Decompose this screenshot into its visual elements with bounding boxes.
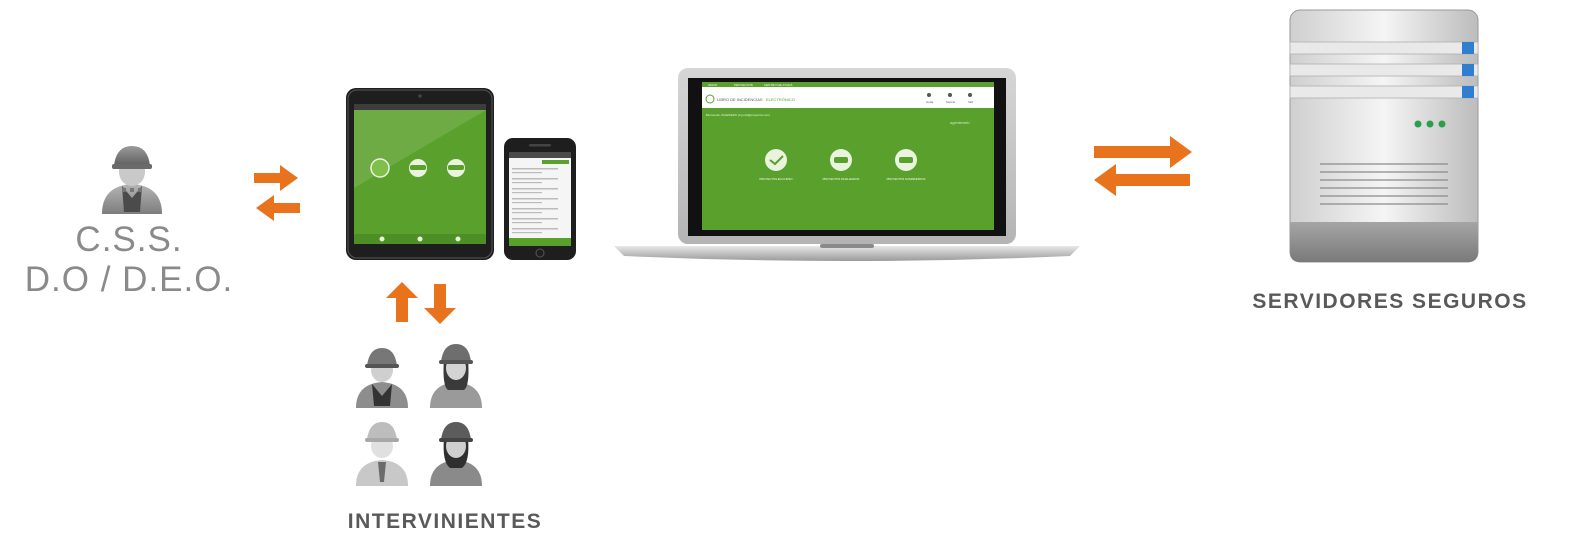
supervisor-label: C.S.S. D.O / D.E.O. — [0, 220, 258, 300]
supervisor-label-line2: D.O / D.E.O. — [24, 260, 234, 299]
participants-label: INTERVINIENTES — [347, 510, 543, 533]
app-title: LIBRO DE INCIDENCIAS — [717, 97, 763, 102]
servers-label: SERVIDORES SEGUROS — [1252, 290, 1528, 313]
app-title-accent: ELECTRÓNICO — [766, 97, 795, 102]
toolbar-soporte: Soporte — [946, 100, 956, 104]
sync-arrows-icon — [1092, 134, 1194, 198]
brand-text: agenteweb — [950, 120, 970, 125]
project-finalizados-label: PROYECTOS FINALIZADOS — [823, 177, 860, 181]
up-down-arrows-icon — [384, 282, 460, 324]
participants-group — [350, 340, 490, 488]
tablet-device — [346, 88, 494, 260]
project-suspendidos-label: PROYECTOS SUSPENDIDOS — [887, 177, 926, 181]
nav-item-proyectos: PROYECTOS — [734, 83, 753, 87]
toolbar-ayuda: Ayuda — [926, 100, 934, 104]
toolbar-salir: Salir — [968, 100, 973, 104]
worker-icon — [430, 344, 482, 408]
worker-icon — [356, 348, 408, 408]
nav-item-inicio: INICIO — [708, 83, 718, 87]
server-icon — [1286, 8, 1482, 266]
worker-icon — [356, 422, 408, 486]
welcome-text: Bienvenido, INGENIERO (ing.soft@proyecto… — [706, 113, 770, 117]
laptop-screen: INICIO PROYECTOS CENTRO DE AYUDA LIBRO D… — [702, 82, 994, 230]
supervisor-label-line1: C.S.S. — [75, 220, 183, 259]
nav-item-ayuda: CENTRO DE AYUDA — [764, 83, 792, 87]
exchange-arrows-icon — [252, 163, 302, 223]
project-curso-label: PROYECTOS EN CURSO — [759, 177, 793, 181]
phone-device — [504, 138, 576, 260]
supervisor-avatar — [92, 138, 172, 218]
worker-icon — [430, 422, 482, 486]
